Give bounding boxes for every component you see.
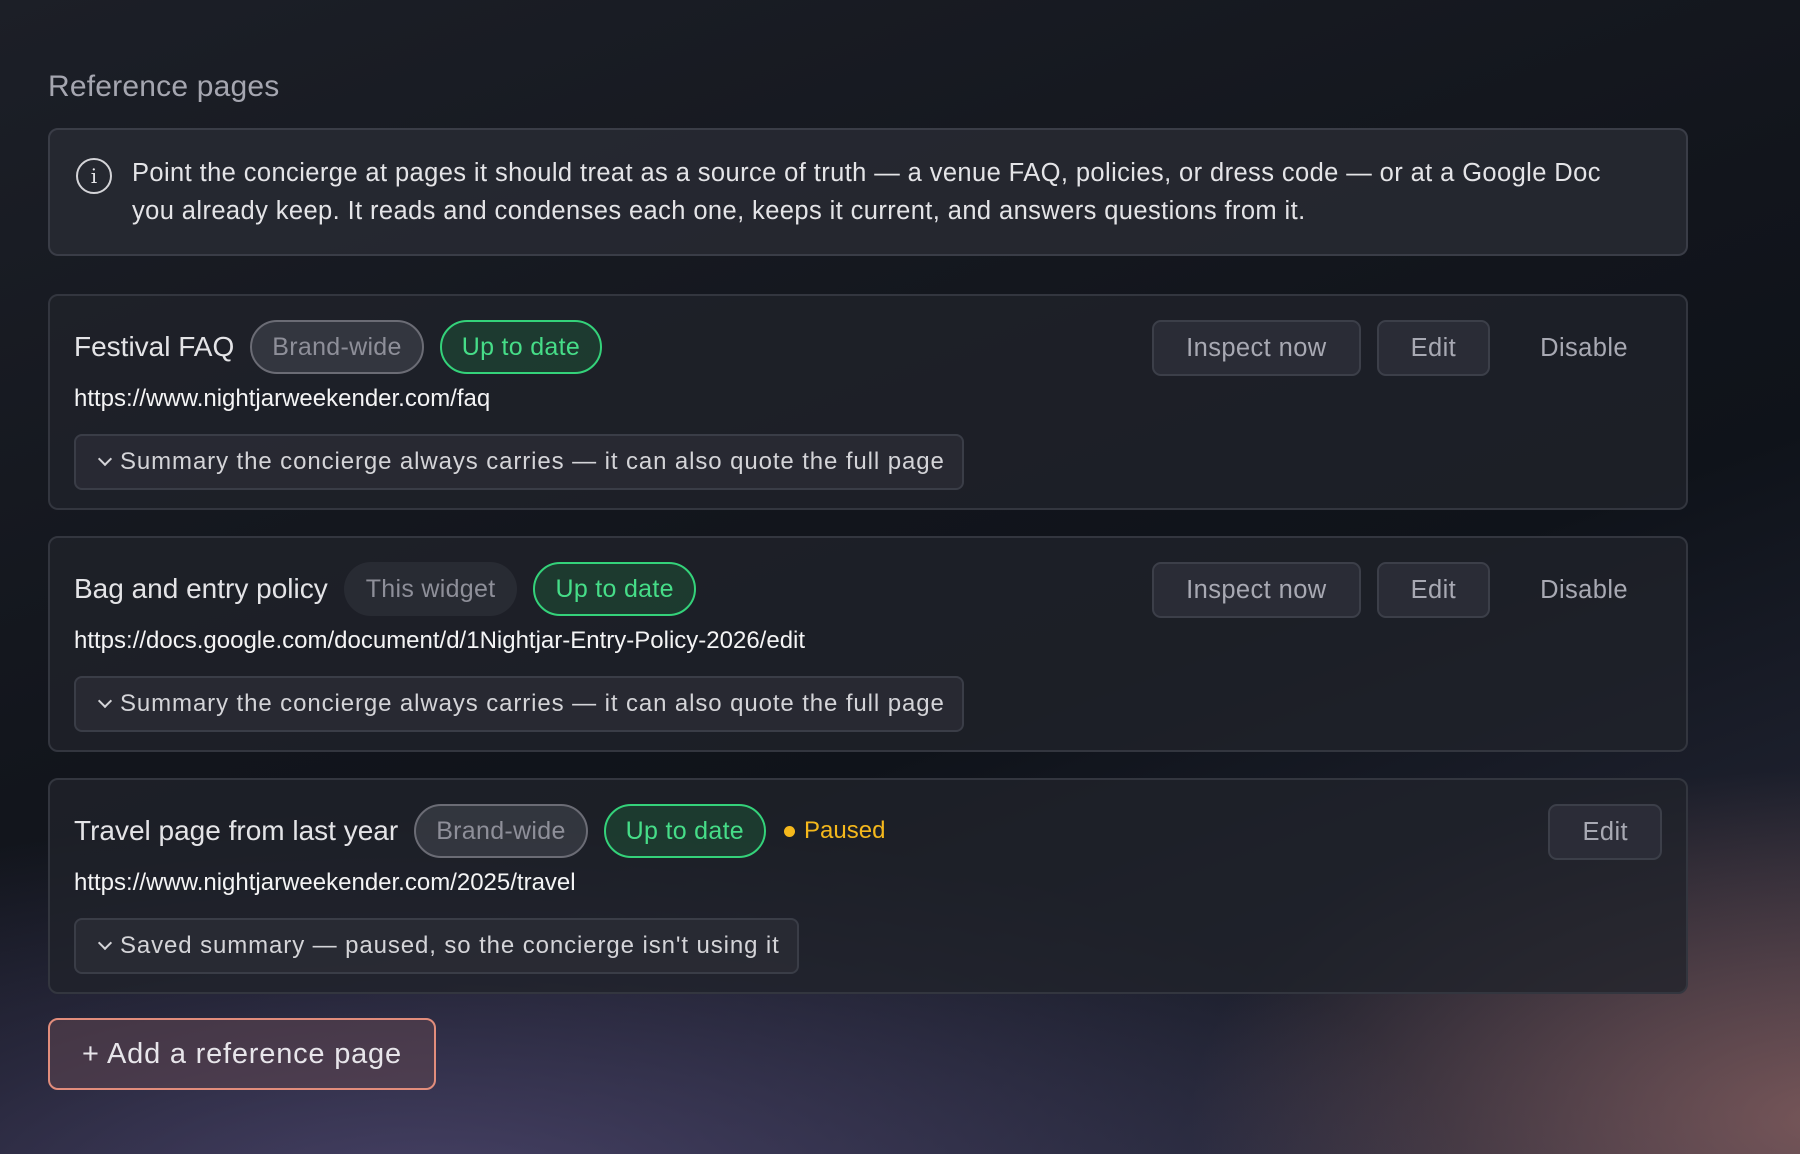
status-badge: Up to date xyxy=(603,804,767,858)
chevron-down-icon xyxy=(97,935,113,951)
card-title: Bag and entry policy xyxy=(74,573,328,604)
page-url[interactable]: https://docs.google.com/document/d/1Nigh… xyxy=(74,626,1662,656)
chevron-down-icon xyxy=(97,693,113,709)
info-box: i Point the concierge at pages it should… xyxy=(48,128,1688,256)
scope-badge: Brand-wide xyxy=(414,804,588,858)
reference-card-travel-page: Travel page from last year Brand-wide Up… xyxy=(48,778,1688,994)
scope-badge: Brand-wide xyxy=(250,320,424,374)
status-badge: Up to date xyxy=(439,320,603,374)
summary-toggle[interactable]: Summary the concierge always carries — i… xyxy=(74,434,964,490)
summary-label: Summary the concierge always carries — i… xyxy=(120,690,945,717)
reference-pages-section: Reference pages i Point the concierge at… xyxy=(48,62,1688,1090)
inspect-now-button[interactable]: Inspect now xyxy=(1152,320,1361,376)
disable-button[interactable]: Disable xyxy=(1506,320,1662,376)
edit-button[interactable]: Edit xyxy=(1376,320,1491,376)
info-text: Point the concierge at pages it should t… xyxy=(132,159,1601,225)
summary-toggle[interactable]: Summary the concierge always carries — i… xyxy=(74,676,964,732)
summary-label: Saved summary — paused, so the concierge… xyxy=(120,932,780,959)
card-title: Festival FAQ xyxy=(74,331,235,362)
summary-label: Summary the concierge always carries — i… xyxy=(120,448,945,475)
edit-button[interactable]: Edit xyxy=(1548,804,1662,860)
status-badge: Up to date xyxy=(533,562,696,616)
add-reference-page-button[interactable]: + Add a reference page xyxy=(48,1018,436,1090)
disable-button[interactable]: Disable xyxy=(1506,562,1662,618)
summary-toggle[interactable]: Saved summary — paused, so the concierge… xyxy=(74,918,799,974)
inspect-now-button[interactable]: Inspect now xyxy=(1152,562,1361,618)
card-title: Travel page from last year xyxy=(74,815,399,846)
paused-dot-icon xyxy=(784,825,796,837)
paused-label: Paused xyxy=(804,817,886,844)
edit-button[interactable]: Edit xyxy=(1376,562,1491,618)
paused-indicator: Paused xyxy=(784,817,885,845)
scope-badge: This widget xyxy=(343,562,518,616)
page-url[interactable]: https://www.nightjarweekender.com/2025/t… xyxy=(74,868,1662,898)
section-title: Reference pages xyxy=(48,70,280,103)
chevron-down-icon xyxy=(97,451,113,467)
reference-card-bag-policy: Bag and entry policy This widget Up to d… xyxy=(48,536,1688,752)
page-url[interactable]: https://www.nightjarweekender.com/faq xyxy=(74,384,1662,414)
info-icon: i xyxy=(76,158,112,194)
reference-card-festival-faq: Festival FAQ Brand-wide Up to date Inspe… xyxy=(48,294,1688,510)
